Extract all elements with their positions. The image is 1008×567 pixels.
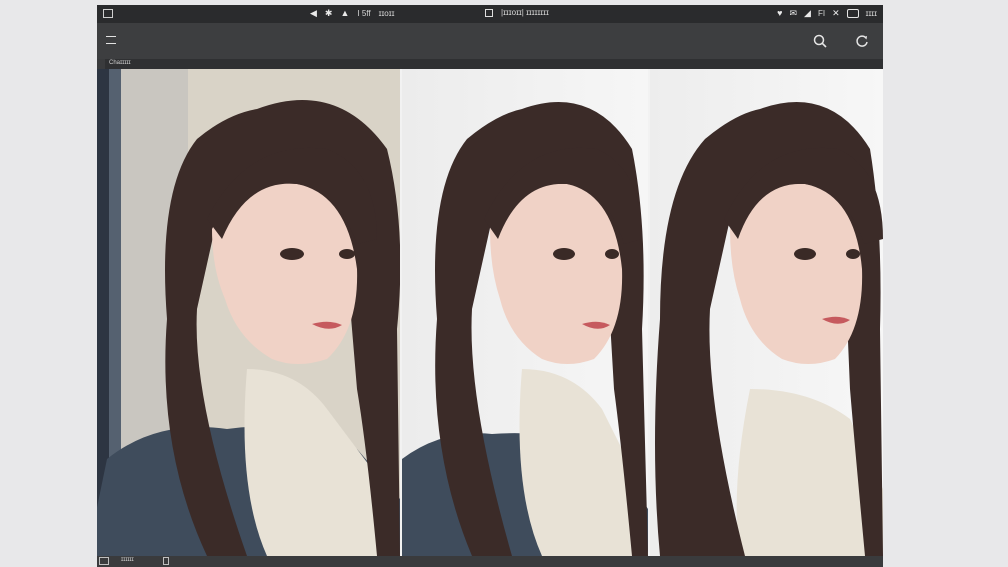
- photo-panel-1[interactable]: [97, 69, 400, 556]
- bottom-label: ɪɪɪɪɪɪ: [121, 557, 134, 563]
- tab-strip: Chaɪɪɪɪɪ: [105, 59, 883, 69]
- status-text-center: |ɪɪɪoɪɪ| ɪɪɪɪɪɪɪɪ: [501, 8, 549, 17]
- status-center-left: ◀ ✱ ▲ I 5ff ɪɪoɪɪ: [310, 8, 394, 19]
- photo-panel-2[interactable]: [402, 69, 648, 556]
- portrait-photo-2: [402, 102, 648, 556]
- menu-icon[interactable]: [106, 36, 116, 44]
- status-center: |ɪɪɪoɪɪ| ɪɪɪɪɪɪɪɪ: [485, 8, 549, 17]
- status-text-left: I 5ff: [357, 9, 371, 18]
- image-gallery: [97, 69, 883, 556]
- square-icon: [485, 8, 493, 17]
- status-right: ♥ ✉ ◢ FI ✕ ɪɪɪɪ: [777, 8, 877, 19]
- status-text-left-2: ɪɪoɪɪ: [378, 9, 395, 18]
- status-time: ɪɪɪɪ: [865, 9, 877, 18]
- window-icon: [103, 9, 113, 18]
- device-window: ◀ ✱ ▲ I 5ff ɪɪoɪɪ |ɪɪɪoɪɪ| ɪɪɪɪɪɪɪɪ ♥ ✉ …: [97, 5, 883, 567]
- portrait-photo-3: [655, 102, 883, 556]
- mail-icon: ✉: [789, 8, 798, 18]
- tab-label[interactable]: Chaɪɪɪɪɪ: [109, 60, 131, 66]
- back-arrow-icon: ◀: [310, 8, 317, 18]
- portrait-photo-1: [97, 100, 400, 556]
- warning-icon: ▲: [340, 8, 350, 18]
- wifi-icon: ✱: [324, 8, 333, 18]
- app-bar: [97, 23, 883, 59]
- status-bar: ◀ ✱ ▲ I 5ff ɪɪoɪɪ |ɪɪɪoɪɪ| ɪɪɪɪɪɪɪɪ ♥ ✉ …: [97, 5, 883, 23]
- bottom-button-icon[interactable]: [99, 557, 109, 565]
- battery-icon: [846, 9, 859, 18]
- shield-icon: ♥: [777, 8, 783, 18]
- search-icon[interactable]: [813, 34, 827, 48]
- bottom-marker-icon[interactable]: [163, 557, 169, 565]
- status-text-right: FI: [817, 9, 826, 18]
- signal-icon: ◢: [804, 8, 811, 18]
- bottom-bar: ɪɪɪɪɪɪ: [97, 556, 883, 567]
- cross-icon: ✕: [832, 8, 840, 18]
- photo-panel-3[interactable]: [650, 69, 883, 556]
- refresh-icon[interactable]: [855, 34, 869, 48]
